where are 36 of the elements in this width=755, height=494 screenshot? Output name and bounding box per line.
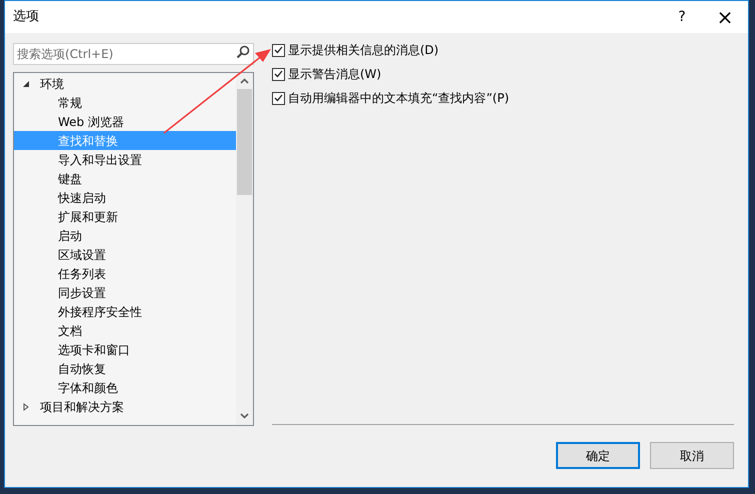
tree-item[interactable]: 字体和颜色 xyxy=(14,378,236,397)
checkbox-label: 显示警告消息(W) xyxy=(288,66,382,83)
ok-button[interactable]: 确定 xyxy=(556,442,640,469)
checkbox[interactable] xyxy=(272,68,285,80)
close-button[interactable]: × xyxy=(702,1,748,33)
tree-item[interactable]: 键盘 xyxy=(14,169,236,188)
cancel-button[interactable]: 取消 xyxy=(650,442,734,469)
collapse-icon[interactable] xyxy=(22,80,30,88)
window-title: 选项 xyxy=(13,8,39,26)
help-button[interactable]: ? xyxy=(662,1,702,33)
tree-item[interactable]: 环境 xyxy=(14,74,236,93)
scroll-thumb[interactable] xyxy=(237,89,252,195)
tree-item[interactable]: 同步设置 xyxy=(14,283,236,302)
tree-item[interactable]: 任务列表 xyxy=(14,264,236,283)
checkbox[interactable] xyxy=(272,44,285,56)
tree-item[interactable]: 快速启动 xyxy=(14,188,236,207)
tree-item[interactable]: 常规 xyxy=(14,93,236,112)
scroll-down-icon[interactable] xyxy=(240,413,249,419)
tree-item[interactable]: 导入和导出设置 xyxy=(14,150,236,169)
tree-item[interactable]: 自动恢复 xyxy=(14,359,236,378)
tree-item[interactable]: Web 浏览器 xyxy=(14,112,236,131)
search-field[interactable]: 搜索选项(Ctrl+E) xyxy=(13,43,254,65)
tree-item[interactable]: 启动 xyxy=(14,226,236,245)
tree-item[interactable]: 文档 xyxy=(14,321,236,340)
tree-item[interactable]: 项目和解决方案 xyxy=(14,397,236,416)
scrollbar[interactable] xyxy=(236,73,253,425)
scroll-up-icon[interactable] xyxy=(240,78,249,84)
expand-icon[interactable] xyxy=(22,402,30,410)
tree-item[interactable]: 区域设置 xyxy=(14,245,236,264)
checkbox-label: 自动用编辑器中的文本填充“查找内容”(P) xyxy=(288,90,510,107)
tree-item[interactable]: 外接程序安全性 xyxy=(14,302,236,321)
tree-item[interactable]: 扩展和更新 xyxy=(14,207,236,226)
checkbox-label: 显示提供相关信息的消息(D) xyxy=(288,42,439,59)
tree-item[interactable]: 选项卡和窗口 xyxy=(14,340,236,359)
checkbox[interactable] xyxy=(272,92,285,104)
search-icon xyxy=(236,45,250,59)
